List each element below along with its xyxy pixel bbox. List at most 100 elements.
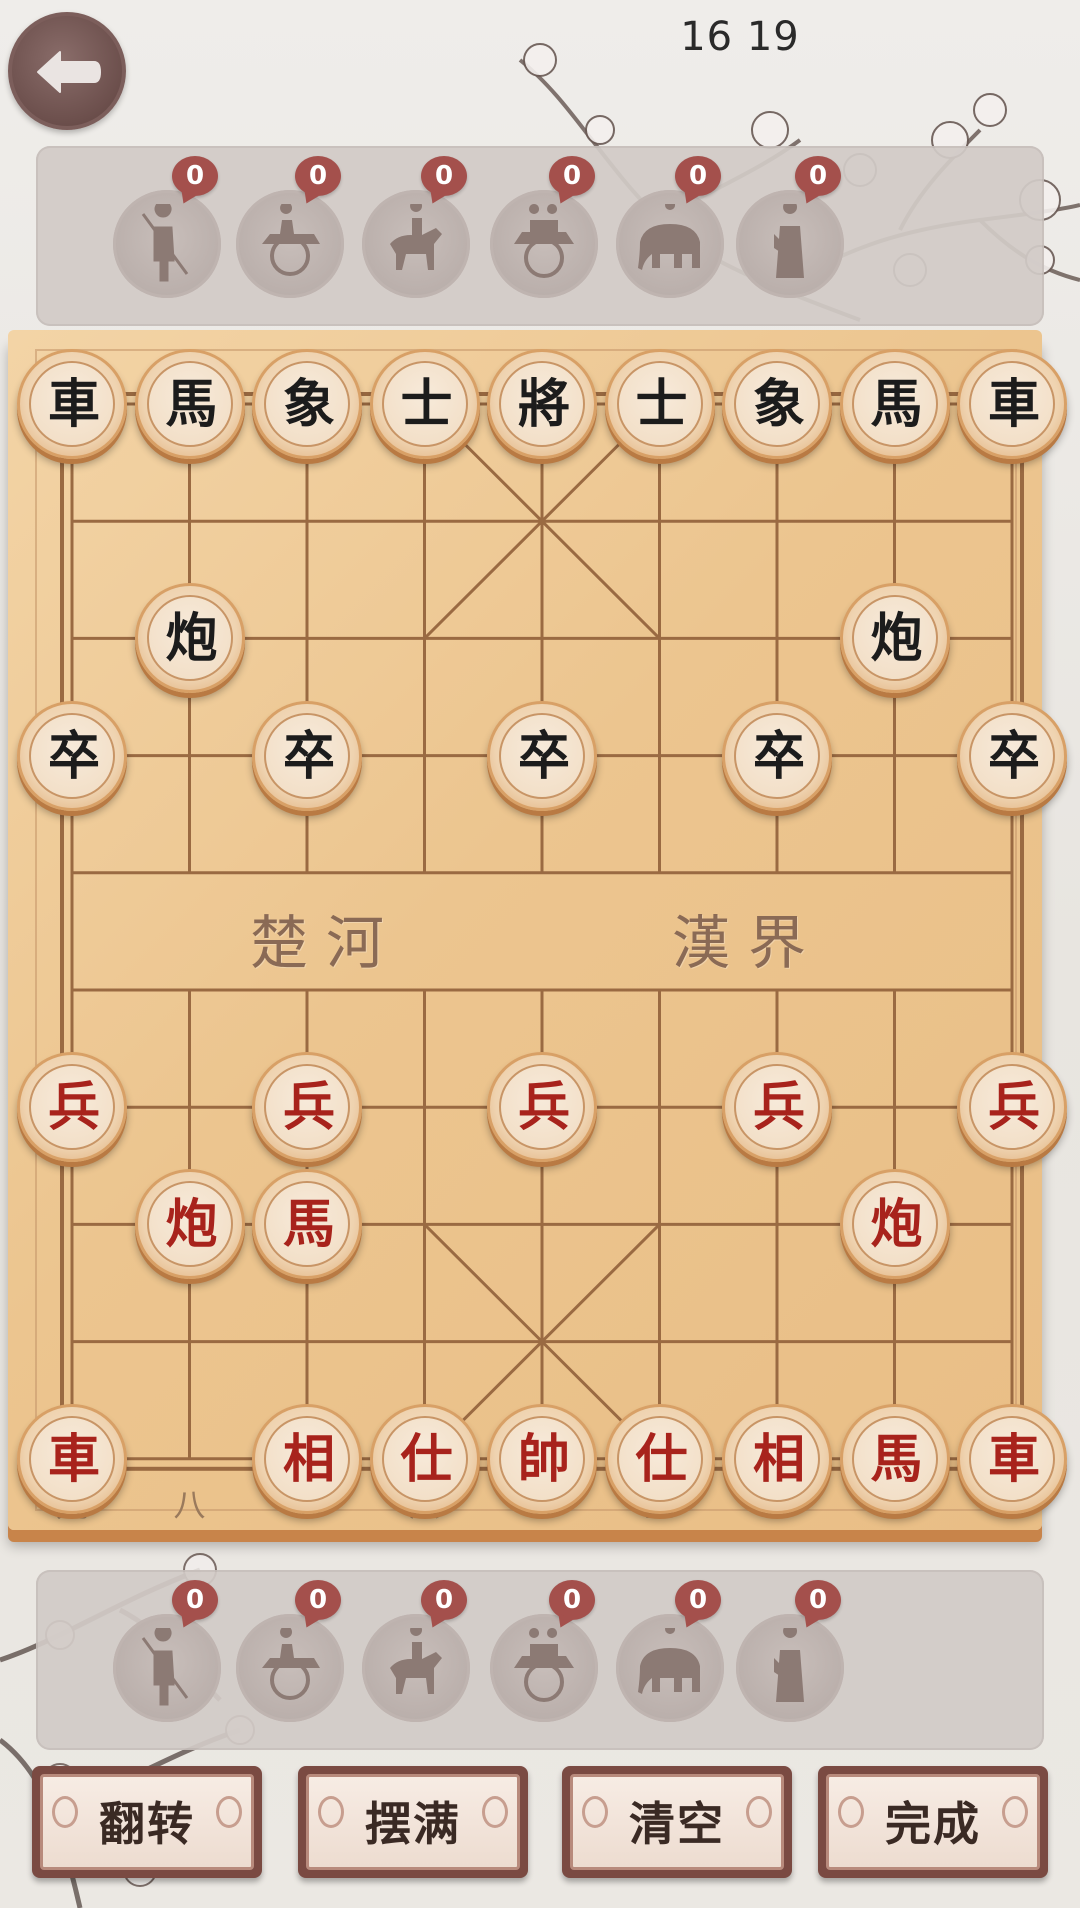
chariot-silhouette-icon [514,204,574,278]
black-piece[interactable]: 卒 [487,700,597,811]
red-piece[interactable]: 炮 [839,1169,950,1280]
black-piece[interactable]: 將 [487,349,597,459]
piece-character: 卒 [752,725,805,787]
black-piece[interactable]: 象 [252,349,362,459]
piece-character: 馬 [282,1194,335,1256]
top-tray-slot[interactable] [236,190,344,298]
bottom-tray-slot[interactable] [616,1614,724,1722]
cannon-cart-silhouette-icon [262,204,320,276]
top-tray-count-badge: 0 [549,156,595,196]
red-piece[interactable]: 相 [252,1403,362,1514]
black-piece[interactable]: 炮 [134,583,245,694]
piece-character: 車 [47,374,100,435]
top-tray-slot[interactable] [736,190,844,298]
bottom-tray-count-badge: 0 [675,1580,721,1620]
top-tray-slot[interactable] [362,190,470,298]
black-piece[interactable]: 馬 [134,349,245,459]
red-piece[interactable]: 仕 [369,1403,480,1514]
piece-character: 卒 [517,725,570,787]
piece-character: 相 [282,1428,335,1490]
piece-character: 士 [400,374,453,435]
river-label-han-jie: 漢界 [672,909,825,977]
top-tray-slot[interactable] [490,190,598,298]
xiangqi-board[interactable] [8,330,1042,1530]
black-piece[interactable]: 卒 [17,700,127,811]
piece-character: 象 [752,374,805,435]
black-piece[interactable]: 炮 [839,583,950,694]
red-piece[interactable]: 仕 [604,1403,715,1514]
done-button[interactable]: 完成 [818,1766,1048,1878]
fill-button-label: 摆满 [365,1797,461,1851]
bottom-tray-slot[interactable] [490,1614,598,1722]
piece-character: 馬 [870,374,923,435]
red-piece[interactable]: 馬 [839,1403,950,1514]
piece-character: 馬 [165,374,218,435]
back-button[interactable] [8,12,126,130]
top-tray-slot[interactable] [113,190,221,298]
bottom-tray-count-badge: 0 [549,1580,595,1620]
piece-character: 士 [635,374,688,435]
advisor-silhouette-icon [774,204,804,278]
red-piece[interactable]: 兵 [252,1052,362,1163]
bottom-tray-count-badge: 0 [421,1580,467,1620]
red-piece[interactable]: 帥 [487,1403,597,1514]
red-piece[interactable]: 馬 [252,1169,362,1280]
bottom-tray-slot[interactable] [736,1614,844,1722]
red-piece[interactable]: 相 [722,1403,832,1514]
black-piece[interactable]: 車 [957,349,1067,459]
red-piece[interactable]: 兵 [487,1052,597,1163]
file-number: 八 [173,1486,206,1524]
horse-rider-silhouette-icon [390,204,442,270]
elephant-silhouette-icon [638,1628,700,1694]
flip-button[interactable]: 翻转 [32,1766,262,1878]
piece-character: 將 [517,374,570,435]
bottom-tray-count-badge: 0 [795,1580,841,1620]
black-piece[interactable]: 卒 [957,700,1067,811]
red-piece[interactable]: 車 [957,1403,1067,1514]
back-arrow-icon [37,51,101,93]
red-piece[interactable]: 兵 [17,1052,127,1163]
black-piece[interactable]: 車 [17,349,127,459]
top-tray-slot[interactable] [616,190,724,298]
fill-button[interactable]: 摆满 [298,1766,528,1878]
river-label-chu-he: 楚河 [250,909,403,977]
red-piece[interactable]: 炮 [134,1169,245,1280]
red-piece[interactable]: 兵 [957,1052,1067,1163]
piece-character: 象 [282,374,335,435]
elephant-silhouette-icon [638,204,700,270]
cannon-cart-silhouette-icon [262,1628,320,1700]
piece-character: 兵 [517,1077,570,1139]
soldier-silhouette-icon [141,1628,189,1706]
bottom-tray-slot[interactable] [362,1614,470,1722]
soldier-silhouette-icon [141,204,189,282]
black-piece[interactable]: 卒 [252,700,362,811]
bottom-tray-slot[interactable] [236,1614,344,1722]
board-grid [35,349,1024,1511]
status-clock: 16 19 [680,14,800,60]
piece-character: 卒 [282,725,335,787]
black-piece[interactable]: 象 [722,349,832,459]
red-piece[interactable]: 兵 [722,1052,832,1163]
flip-button-label: 翻转 [99,1797,195,1851]
bottom-tray-slot[interactable] [113,1614,221,1722]
bottom-tray-count-badge: 0 [172,1580,218,1620]
black-piece[interactable]: 馬 [839,349,950,459]
black-piece[interactable]: 士 [369,349,480,459]
piece-character: 車 [987,374,1040,435]
top-tray-count-badge: 0 [795,156,841,196]
piece-character: 卒 [47,725,100,787]
red-piece[interactable]: 車 [17,1403,127,1514]
top-tray-count-badge: 0 [172,156,218,196]
piece-character: 仕 [635,1428,688,1490]
top-tray-count-badge: 0 [295,156,341,196]
piece-character: 仕 [400,1428,453,1490]
chariot-silhouette-icon [514,1628,574,1702]
piece-character: 炮 [870,1194,923,1256]
black-piece[interactable]: 士 [604,349,715,459]
black-piece[interactable]: 卒 [722,700,832,811]
clear-button[interactable]: 清空 [562,1766,792,1878]
piece-character: 相 [752,1428,805,1490]
piece-character: 兵 [282,1077,335,1139]
piece-character: 炮 [165,608,218,670]
advisor-silhouette-icon [774,1628,804,1702]
